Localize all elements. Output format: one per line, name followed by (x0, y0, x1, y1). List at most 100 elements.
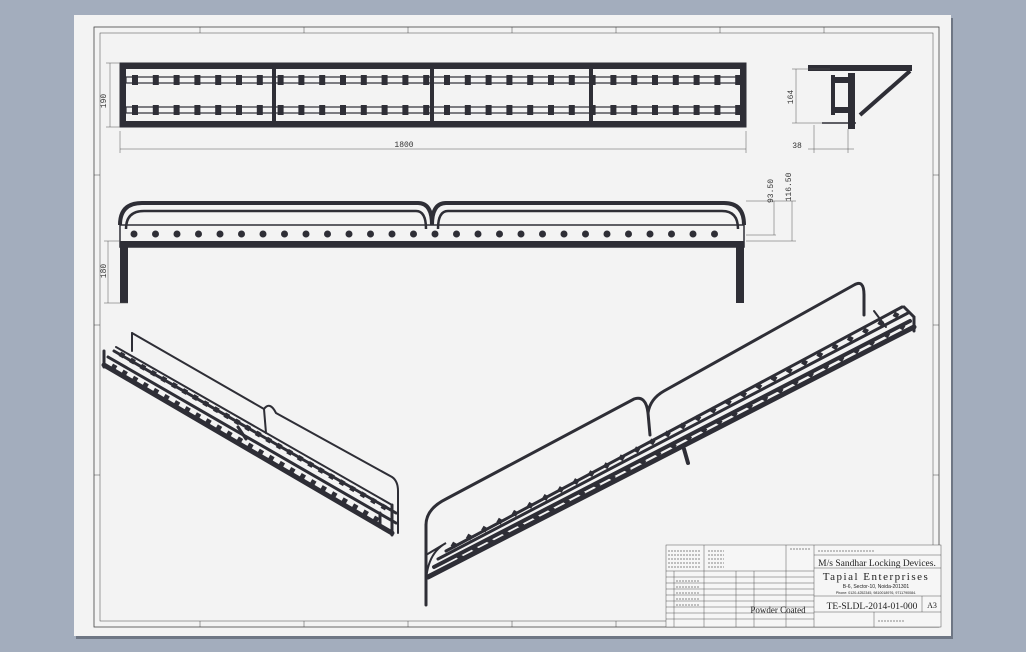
dim-top-116: 116.50 (785, 172, 794, 201)
roller (735, 105, 742, 115)
drawing-sheet: 190 1800 164 38 180 93.50 116.50 M/s San… (74, 15, 951, 636)
roller (652, 105, 658, 115)
roller (381, 75, 388, 85)
company-contact: Phone: 0120-4252345, 9810018976, 9711790… (836, 591, 916, 595)
roller (298, 105, 305, 115)
roller (340, 105, 346, 115)
roller (173, 230, 181, 238)
roller (423, 105, 430, 115)
roller (485, 105, 492, 115)
roller (735, 75, 742, 85)
front-view (106, 62, 747, 153)
dim-front-height: 190 (100, 94, 109, 109)
roller (238, 230, 245, 238)
roller (216, 230, 224, 238)
roller (410, 230, 417, 238)
roller (548, 75, 554, 85)
roller (298, 75, 305, 85)
roller (589, 105, 596, 115)
roller (173, 105, 180, 115)
drawing-number: TE-SLDL-2014-01-000 (827, 602, 918, 612)
roller (173, 75, 180, 85)
roller (610, 75, 617, 85)
roller (485, 75, 492, 85)
roller (693, 105, 700, 115)
roller (453, 230, 460, 238)
roller (548, 105, 554, 115)
dim-side-depth: 38 (792, 142, 802, 151)
client-name: M/s Sandhar Locking Devices. (818, 559, 936, 569)
side-view (792, 65, 912, 153)
dim-front-length: 1800 (394, 141, 413, 150)
roller (672, 75, 679, 85)
drawing-canvas: 190 1800 164 38 180 93.50 116.50 M/s San… (93, 26, 942, 628)
roller (277, 105, 284, 115)
roller (259, 230, 267, 238)
roller (714, 105, 721, 115)
roller (194, 105, 201, 115)
roller (711, 230, 718, 238)
roller (195, 230, 202, 238)
roller (281, 230, 288, 238)
roller (603, 230, 611, 238)
roller (527, 75, 534, 85)
roller (360, 105, 367, 115)
roller (367, 230, 374, 238)
sheet-frame (93, 26, 940, 628)
roller (152, 75, 159, 85)
dim-side-height: 164 (787, 90, 796, 105)
roller (689, 230, 697, 238)
roller (714, 75, 721, 85)
dim-leg-height: 180 (100, 264, 109, 279)
roller (236, 105, 242, 115)
roller (631, 75, 638, 85)
roller (340, 75, 346, 85)
roller (444, 105, 450, 115)
roller (256, 105, 263, 115)
roller (152, 230, 159, 238)
sheet-size: A3 (927, 601, 937, 610)
roller (539, 230, 546, 238)
roller (215, 75, 222, 85)
roller (277, 75, 284, 85)
roller (324, 230, 331, 238)
roller (132, 105, 138, 115)
roller (517, 230, 525, 238)
roller (302, 230, 310, 238)
dim-top-93: 93.50 (767, 179, 776, 203)
roller (444, 75, 450, 85)
roller (194, 75, 201, 85)
roller (474, 230, 482, 238)
roller (236, 75, 242, 85)
top-view (104, 200, 796, 304)
roller (345, 230, 353, 238)
roller (625, 230, 632, 238)
roller (381, 105, 388, 115)
roller (527, 105, 534, 115)
roller (215, 105, 222, 115)
roller (431, 230, 439, 238)
roller (568, 75, 575, 85)
roller (560, 230, 568, 238)
roller (132, 75, 138, 85)
roller (464, 75, 471, 85)
company-name: Tapial Enterprises (823, 571, 930, 583)
roller (423, 75, 430, 85)
roller (402, 105, 409, 115)
roller (652, 75, 658, 85)
roller (152, 105, 159, 115)
roller (646, 230, 654, 238)
roller (388, 230, 396, 238)
roller (668, 230, 675, 238)
roller (582, 230, 589, 238)
roller (402, 75, 409, 85)
finish-note: Powder Coated (750, 605, 806, 615)
top-view-rollers (130, 230, 718, 238)
roller (568, 105, 575, 115)
roller (319, 75, 326, 85)
roller (130, 230, 138, 238)
roller (360, 75, 367, 85)
roller (256, 75, 263, 85)
roller (319, 105, 326, 115)
roller (672, 105, 679, 115)
